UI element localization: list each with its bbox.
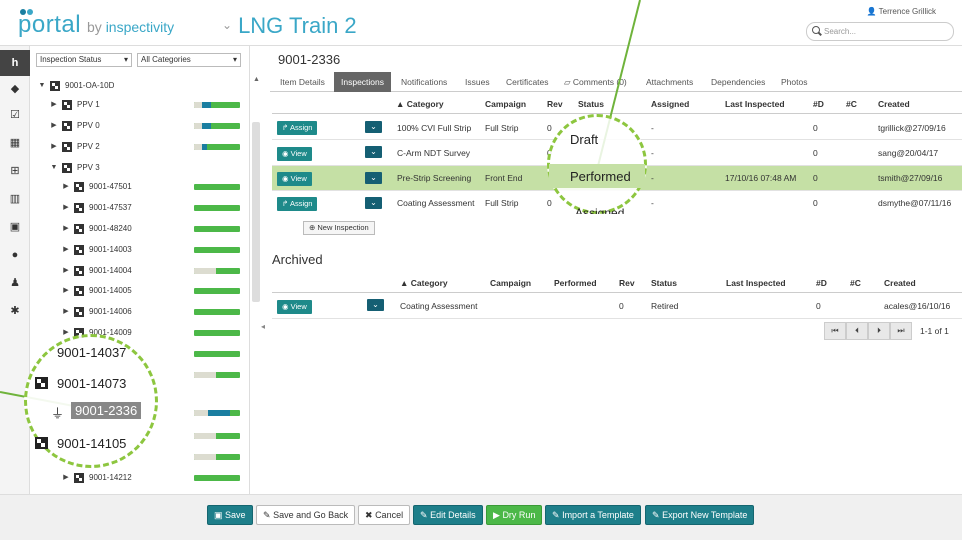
play-icon: ▶ [493,510,500,520]
status-performed-label: Performed [570,169,631,184]
pencil-icon: ✎ [263,510,271,520]
node-icon [35,437,48,449]
hierarchy-icon: ⏚ [51,406,65,421]
selected-node-label[interactable]: 9001-2336 [71,402,142,419]
save-icon: ▣ [214,510,223,520]
node-icon [35,377,48,389]
zoom-node-14105: 9001-14105 [57,436,127,451]
save-and-go-back-button[interactable]: ✎ Save and Go Back [256,505,356,525]
callout-lines [0,0,641,414]
zoom-node-14073: 9001-14073 [57,376,127,391]
zoom-node-14037: 9001-14037 [57,345,127,360]
export-template-button[interactable]: ✎ Export New Template [645,505,755,525]
import-template-button[interactable]: ✎ Import a Template [545,505,641,525]
close-icon: ✖ [365,510,373,520]
action-bar: ▣ Save ✎ Save and Go Back ✖ Cancel ✎ Edi… [0,494,962,540]
pencil-icon: ✎ [652,510,660,520]
pencil-icon: ✎ [552,510,560,520]
edit-details-button[interactable]: ✎ Edit Details [413,505,483,525]
save-button[interactable]: ▣ Save [207,505,253,525]
status-draft-label: Draft [570,132,599,147]
status-assigned-label: Assigned [575,206,625,214]
cancel-button[interactable]: ✖ Cancel [358,505,411,525]
dry-run-button[interactable]: ▶ Dry Run [486,505,543,525]
pencil-icon: ✎ [420,510,428,520]
